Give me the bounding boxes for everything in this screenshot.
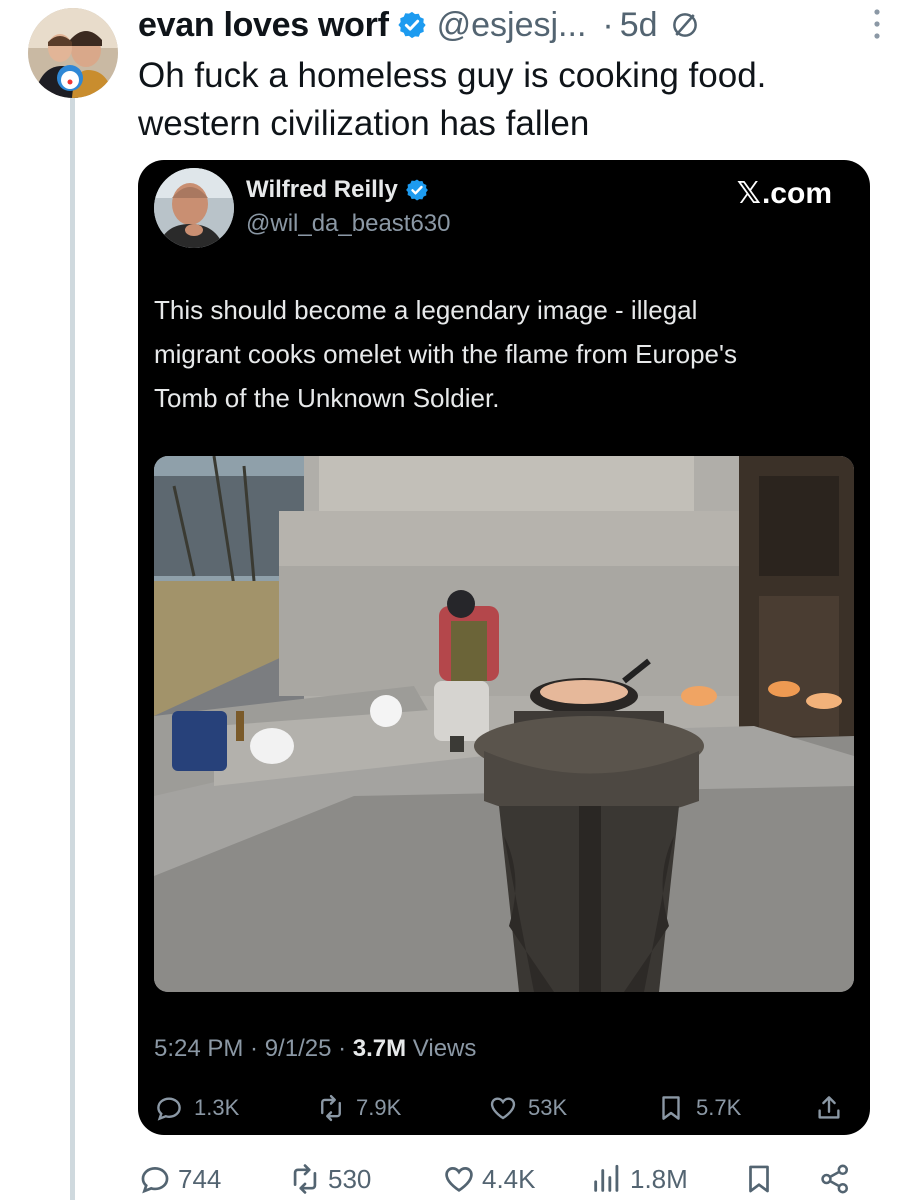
separator-dot: · [602,5,614,44]
quoted-text: This should become a legendary image - i… [154,288,854,420]
tweet-text-line: western civilization has fallen [138,104,590,143]
quoted-reply-count: 1.3K [194,1095,240,1120]
share-button[interactable] [818,1158,858,1200]
views-icon [594,1164,619,1192]
avatar[interactable] [28,8,118,98]
x-logo: 𝕏 .com [737,176,832,211]
like-count: 4.4K [482,1163,536,1194]
quoted-bookmark-button[interactable]: 5.7K [656,1088,741,1128]
quoted-post-card[interactable]: Wilfred Reilly @wil_da_beast630 𝕏 .com T… [138,160,870,1135]
quoted-timestamp-text: 5:24 PM · 9/1/25 · [154,1035,353,1062]
bookmark-icon [749,1165,769,1193]
verified-badge-icon [405,179,428,201]
quoted-action-bar: 1.3K 7.9K 53K 5.7K [148,1088,858,1128]
quoted-display-name[interactable]: Wilfred Reilly [246,176,429,204]
reply-icon [157,1097,181,1121]
x-logo-mark: 𝕏 [736,176,761,211]
thread-line [70,96,75,1200]
views-button[interactable]: 1.8M [590,1158,688,1200]
reply-button[interactable]: 744 [138,1158,221,1200]
quoted-display-name-text: Wilfred Reilly [246,176,398,203]
views-count: 1.8M [630,1163,688,1194]
handle[interactable]: @esjesj... [437,6,587,45]
quoted-like-count: 53K [528,1095,568,1120]
repost-button[interactable]: 530 [288,1158,371,1200]
quoted-share-button[interactable] [814,1088,854,1128]
post-age[interactable]: 5d [620,6,658,45]
quoted-handle[interactable]: @wil_da_beast630 [246,210,451,238]
x-logo-domain: .com [761,177,832,210]
quoted-views-label: Views [406,1035,477,1062]
quoted-like-button[interactable]: 53K [488,1088,567,1128]
bookmark-button[interactable] [742,1158,782,1200]
quoted-text-line: Tomb of the Unknown Soldier. [154,383,500,413]
reply-count: 744 [178,1163,222,1194]
action-bar: 744 530 4.4K 1.8M [138,1158,890,1200]
bookmark-icon [662,1096,680,1120]
more-icon[interactable] [872,6,882,42]
tweet-text: Oh fuck a homeless guy is cooking food. … [138,52,878,148]
display-name[interactable]: evan loves worf [138,6,389,45]
upload-icon [818,1096,840,1119]
quoted-avatar[interactable] [154,168,234,248]
quoted-reply-button[interactable]: 1.3K [154,1088,239,1128]
tweet-header: evan loves worf @esjesj... · 5d [138,2,878,48]
quoted-views-count: 3.7M [352,1035,407,1062]
quoted-repost-button[interactable]: 7.9K [316,1088,401,1128]
verified-badge-icon [397,11,426,39]
repost-icon [293,1164,317,1194]
quoted-text-line: migrant cooks omelet with the flame from… [154,339,737,369]
heart-icon [445,1167,473,1192]
quoted-repost-count: 7.9K [356,1095,402,1120]
blocked-icon [672,13,697,37]
quoted-timestamp[interactable]: 5:24 PM · 9/1/25 · 3.7M Views [154,1035,476,1063]
repost-count: 530 [328,1163,372,1194]
post-photo[interactable] [154,456,854,992]
quoted-bookmark-count: 5.7K [696,1095,742,1120]
like-button[interactable]: 4.4K [442,1158,536,1200]
heart-icon [490,1097,516,1120]
repost-icon [321,1094,341,1122]
share-icon [821,1164,849,1194]
quoted-text-line: This should become a legendary image - i… [154,295,698,325]
tweet-text-line: Oh fuck a homeless guy is cooking food. [138,56,767,95]
reply-icon [141,1167,169,1194]
